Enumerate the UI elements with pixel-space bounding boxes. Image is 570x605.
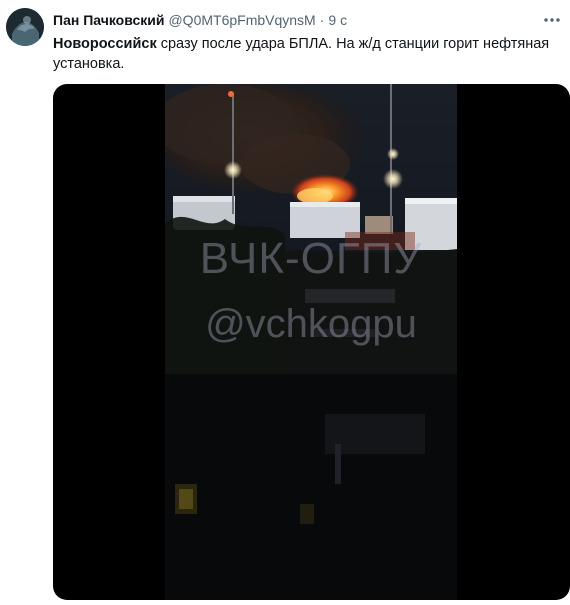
more-options-button[interactable] bbox=[540, 10, 564, 30]
avatar-image bbox=[6, 8, 44, 46]
tweet-header: Пан Пачковский @Q0MT6pFmbVqynsM · 9 с bbox=[53, 11, 347, 31]
display-name[interactable]: Пан Пачковский bbox=[53, 11, 164, 29]
more-horizontal-icon bbox=[544, 18, 560, 22]
tweet-text-hashtag-location[interactable]: Новороссийск bbox=[53, 36, 157, 52]
timestamp[interactable]: 9 с bbox=[328, 11, 347, 29]
media-video[interactable]: ВЧК-ОГПУ @vchkogpu bbox=[53, 84, 570, 600]
tweet-card[interactable]: Пан Пачковский @Q0MT6pFmbVqynsM · 9 с Но… bbox=[0, 0, 570, 605]
avatar[interactable] bbox=[6, 8, 44, 46]
separator-dot: · bbox=[319, 12, 325, 28]
video-scene-image bbox=[165, 84, 457, 600]
tweet-text: Новороссийск сразу после удара БПЛА. На … bbox=[53, 34, 558, 74]
user-handle[interactable]: @Q0MT6pFmbVqynsM bbox=[168, 11, 315, 29]
video-frame[interactable]: ВЧК-ОГПУ @vchkogpu bbox=[165, 84, 457, 600]
